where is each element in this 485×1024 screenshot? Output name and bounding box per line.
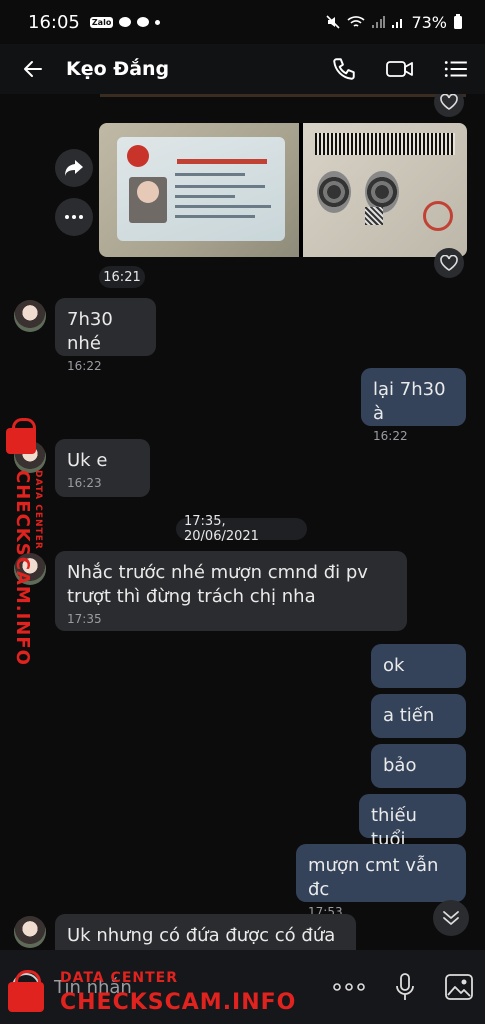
message-bubble[interactable]: mượn cmt vẫn đc 17:53 <box>296 844 466 919</box>
double-chevron-down-icon <box>443 911 459 925</box>
national-emblem-icon <box>127 145 149 167</box>
message-text: a tiến <box>383 705 435 726</box>
message-time: 16:23 <box>67 476 102 490</box>
forward-button[interactable] <box>55 149 93 187</box>
date-separator: 17:35, 20/06/2021 <box>176 514 307 544</box>
watermark-logo-bottom <box>6 966 46 1016</box>
message-text: bảo <box>383 755 417 776</box>
messenger-icon <box>119 17 132 27</box>
chat-header: Kẹo Đắng <box>0 44 485 94</box>
react-heart-button[interactable] <box>434 248 464 278</box>
heart-icon <box>440 94 458 110</box>
message-bubble[interactable]: lại 7h30 à 16:22 <box>361 368 466 443</box>
message-bubble[interactable]: bảo <box>371 744 466 788</box>
header-actions <box>331 56 485 82</box>
system-status: 73% <box>325 13 463 32</box>
zalo-icon: Zalo <box>89 16 114 28</box>
image-gallery-icon[interactable] <box>445 974 473 1000</box>
phone-call-icon[interactable] <box>331 56 357 82</box>
message-text: mượn cmt vẫn đc <box>308 855 439 900</box>
scroll-to-bottom-button[interactable] <box>433 900 469 936</box>
avatar[interactable] <box>14 300 46 332</box>
notification-icons: Zalo <box>89 16 161 28</box>
message-time: 16:22 <box>373 429 408 443</box>
red-stamp <box>423 201 453 231</box>
watermark-text-bottom: CHECKSCAM.INFO <box>60 990 297 1015</box>
battery-icon <box>454 14 462 29</box>
react-heart-button[interactable] <box>434 94 464 117</box>
message-bubble[interactable]: Nhắc trước nhé mượn cmnd đi pv trượt thì… <box>55 551 407 631</box>
status-time: 16:05 <box>28 11 80 33</box>
avatar[interactable] <box>14 916 46 948</box>
message-list[interactable]: 16:21 7h30 nhé 16:22 lại 7h30 à 16:22 Uk… <box>0 94 485 950</box>
conversation-title[interactable]: Kẹo Đắng <box>66 58 169 80</box>
more-options-button[interactable] <box>55 198 93 236</box>
photo-timestamp: 16:21 <box>99 266 145 288</box>
arrow-left-icon <box>24 61 42 77</box>
share-arrow-icon <box>65 160 83 176</box>
mute-icon <box>326 15 341 29</box>
video-call-icon[interactable] <box>385 56 415 82</box>
battery-percent: 73% <box>411 12 447 32</box>
wifi-icon <box>347 16 365 27</box>
watermark-subtext-bottom: DATA CENTER <box>60 970 178 986</box>
message-text: Uk nhưng có đứa được có đứa ko <box>67 925 336 950</box>
id-card-back-image[interactable] <box>303 123 467 257</box>
message-bubble[interactable]: 7h30 nhé 16:22 <box>55 298 156 373</box>
message-time: 16:22 <box>67 359 102 373</box>
message-bubble[interactable]: ok <box>371 644 466 688</box>
message-text: 7h30 nhé <box>67 309 113 354</box>
signal-icon-2 <box>392 19 403 28</box>
portrait-photo <box>129 177 167 223</box>
previous-image-edge <box>100 94 466 97</box>
watermark-subtext: DATA CENTER <box>33 470 43 550</box>
microphone-icon[interactable] <box>395 973 415 1001</box>
more-dots-icon <box>65 215 83 219</box>
lock-icon <box>8 970 44 1012</box>
id-card-photos[interactable] <box>99 123 467 257</box>
watermark-text: CHECKSCAM.INFO <box>12 470 33 666</box>
message-bubble[interactable]: Uk nhưng có đứa được có đứa ko <box>55 914 356 950</box>
message-bubble[interactable]: thiếu tuổi <box>359 794 466 850</box>
id-card-front-image[interactable] <box>99 123 299 257</box>
message-text: Uk e <box>67 450 108 471</box>
menu-list-icon[interactable] <box>443 56 469 82</box>
message-text: ok <box>383 655 405 676</box>
back-button[interactable] <box>0 57 66 81</box>
lock-icon <box>6 418 36 454</box>
composer-actions <box>333 973 473 1001</box>
message-text: Nhắc trước nhé mượn cmnd đi pv trượt thì… <box>67 562 368 607</box>
status-bar: 16:05 Zalo 73% <box>0 0 485 44</box>
more-dots-icon[interactable] <box>333 983 365 991</box>
message-bubble[interactable]: a tiến <box>371 694 466 738</box>
signal-icon <box>372 16 386 28</box>
message-time: 17:35 <box>67 612 102 626</box>
dot-icon <box>155 19 161 25</box>
fingerprint-icon <box>317 171 351 213</box>
message-bubble[interactable]: Uk e 16:23 <box>55 439 150 497</box>
heart-icon <box>440 255 458 271</box>
chat-bubble-icon <box>137 17 150 27</box>
message-text: lại 7h30 à <box>373 379 446 424</box>
